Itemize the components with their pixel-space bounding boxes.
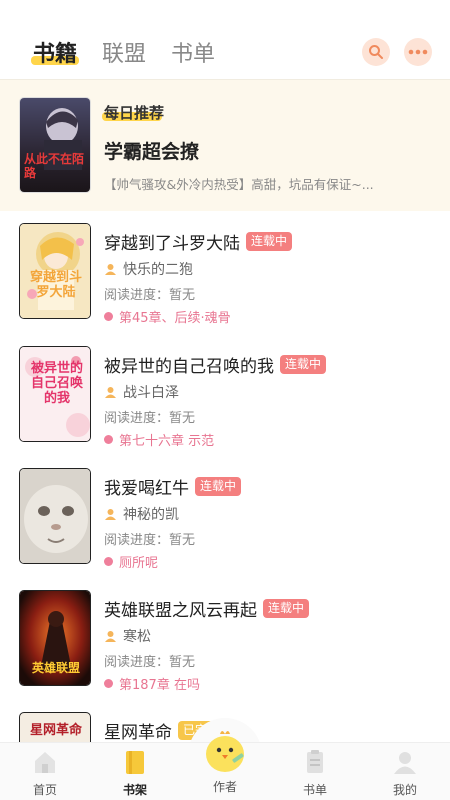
daily-recommendation[interactable]: 从此不在陌路 每日推荐 学霸超会撩 【帅气骚攻&外冷内热受】高甜，坑品有保证~.… — [0, 79, 450, 211]
book-item[interactable]: 我爱喝红牛 连载中 神秘的凯 阅读进度：暂无 厕所呢 — [0, 468, 450, 590]
author-name: 战斗白泽 — [123, 385, 179, 401]
author-icon — [105, 630, 116, 642]
recommend-cover: 从此不在陌路 — [19, 97, 91, 193]
author-icon — [105, 508, 116, 520]
nav-profile[interactable]: 我的 — [375, 749, 435, 798]
book-title-row: 我爱喝红牛 连载中 — [104, 474, 242, 499]
top-tab-bar: 书籍 联盟 书单 — [0, 0, 450, 78]
book-title-row: 英雄联盟之风云再起 连载中 — [104, 596, 310, 621]
reading-progress: 阅读进度：暂无 — [104, 655, 196, 670]
latest-chapter: 第187章 在吗 — [104, 674, 200, 693]
latest-chapter: 第45章、后续·魂骨 — [104, 307, 231, 326]
tab-books-label: 书籍 — [31, 42, 80, 67]
latest-chapter-label: 厕所呢 — [119, 556, 159, 571]
book-title-row: 被异世的自己召唤的我 连载中 — [104, 352, 327, 377]
recommend-badge: 每日推荐 — [104, 104, 165, 122]
book-title: 星网革命 — [104, 723, 172, 742]
book-cover-text: 穿越到斗罗大陆 — [29, 270, 82, 300]
tab-booklist[interactable]: 书单 — [171, 36, 215, 68]
book-cover-text: 星网革命 — [29, 723, 82, 738]
nav-booklist[interactable]: 书单 — [285, 749, 345, 798]
book-cover: 星网革命 — [19, 712, 91, 742]
chick-icon — [206, 731, 244, 772]
tab-league-label: 联盟 — [102, 42, 147, 67]
nav-home[interactable]: 首页 — [15, 749, 75, 798]
update-dot — [104, 557, 113, 566]
author-icon — [105, 263, 116, 275]
book-item[interactable]: 穿越到斗罗大陆 穿越到了斗罗大陆 连载中 快乐的二狍 阅读进度：暂无 第45章、… — [0, 223, 450, 345]
book-author: 快乐的二狍 — [104, 259, 193, 279]
book-item[interactable]: 被异世的自己召唤的我 被异世的自己召唤的我 连载中 战斗白泽 阅读进度：暂无 第… — [0, 346, 450, 468]
book-title-row: 穿越到了斗罗大陆 连载中 — [104, 229, 293, 254]
booklist-icon — [307, 750, 323, 773]
book-cover-text: 英雄联盟 — [31, 661, 80, 675]
reading-progress: 阅读进度：暂无 — [104, 533, 196, 548]
book-title: 穿越到了斗罗大陆 — [104, 234, 240, 254]
nav-home-label: 首页 — [32, 783, 57, 797]
update-dot — [104, 312, 113, 321]
latest-chapter-label: 第七十六章 示范 — [119, 434, 215, 449]
reading-progress: 阅读进度：暂无 — [104, 411, 196, 426]
latest-chapter-label: 第45章、后续·魂骨 — [119, 311, 231, 326]
book-author: 寒松 — [104, 626, 151, 646]
book-cover — [19, 468, 91, 564]
recommend-title: 学霸超会撩 — [104, 141, 200, 163]
author-icon — [105, 386, 116, 398]
recommend-cover-text: 从此不在陌路 — [24, 152, 85, 180]
search-icon — [369, 45, 383, 59]
book-cover: 英雄联盟 — [19, 590, 91, 686]
book-item[interactable]: 英雄联盟 英雄联盟之风云再起 连载中 寒松 阅读进度：暂无 第187章 在吗 — [0, 590, 450, 712]
status-badge: 连载中 — [246, 232, 293, 251]
nav-bookshelf-label: 书架 — [122, 783, 147, 797]
update-dot — [104, 679, 113, 688]
tab-books[interactable]: 书籍 — [31, 36, 80, 68]
nav-author-label: 作者 — [212, 780, 237, 794]
book-cover-text: 被异世的自己召唤的我 — [30, 361, 83, 406]
recommend-description: 【帅气骚攻&外冷内热受】高甜，坑品有保证~... — [104, 177, 374, 192]
author-name: 快乐的二狍 — [123, 262, 193, 278]
tab-league[interactable]: 联盟 — [102, 36, 146, 68]
book-title: 英雄联盟之风云再起 — [104, 601, 257, 621]
nav-bookshelf[interactable]: 书架 — [105, 749, 165, 798]
update-dot — [104, 435, 113, 444]
author-name: 神秘的凯 — [123, 507, 179, 523]
more-icon — [408, 49, 428, 55]
book-cover: 穿越到斗罗大陆 — [19, 223, 91, 319]
book-cover: 被异世的自己召唤的我 — [19, 346, 91, 442]
more-button[interactable] — [404, 38, 432, 66]
book-author: 战斗白泽 — [104, 382, 179, 402]
tab-booklist-label: 书单 — [171, 42, 216, 67]
nav-author[interactable]: 作者 — [195, 726, 255, 795]
latest-chapter: 厕所呢 — [104, 552, 158, 571]
book-author: 神秘的凯 — [104, 504, 179, 524]
author-name: 寒松 — [123, 629, 151, 645]
reading-progress: 阅读进度：暂无 — [104, 288, 196, 303]
status-badge: 连载中 — [280, 355, 327, 374]
nav-profile-label: 我的 — [392, 783, 417, 797]
nav-booklist-label: 书单 — [302, 783, 327, 797]
profile-icon — [394, 752, 416, 774]
latest-chapter-label: 第187章 在吗 — [119, 678, 200, 693]
book-title: 我爱喝红牛 — [104, 479, 189, 499]
book-title: 被异世的自己召唤的我 — [104, 357, 274, 377]
status-badge: 连载中 — [195, 477, 242, 496]
bookshelf-icon — [126, 751, 144, 774]
search-button[interactable] — [362, 38, 390, 66]
latest-chapter: 第七十六章 示范 — [104, 430, 214, 449]
home-icon — [35, 752, 55, 773]
status-badge: 连载中 — [263, 599, 310, 618]
